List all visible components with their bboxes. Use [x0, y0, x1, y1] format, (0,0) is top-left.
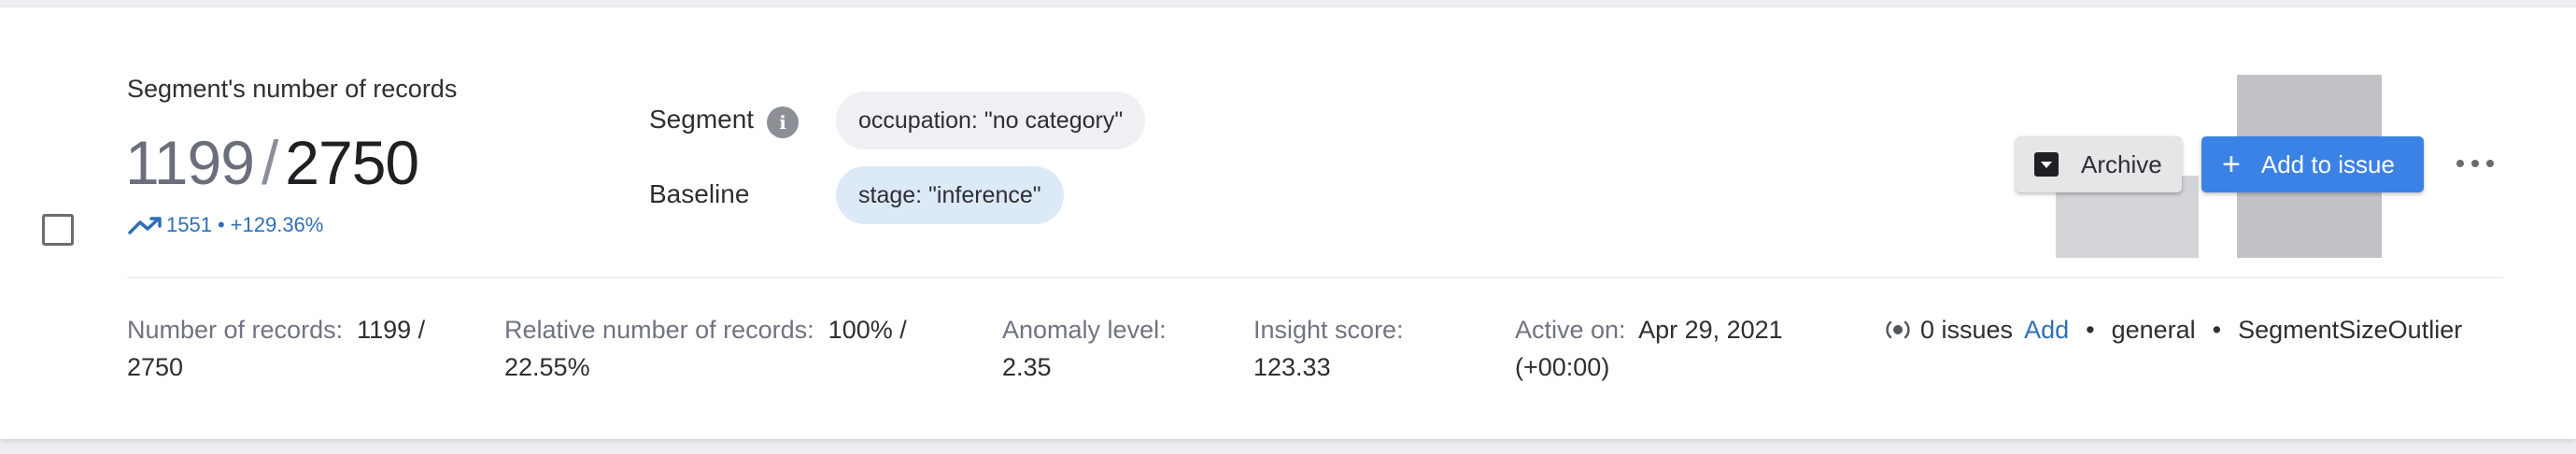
metric-total: 2750: [285, 128, 419, 197]
trend-separator: •: [217, 213, 225, 236]
stat-label: Active on:: [1515, 316, 1626, 344]
divider: [127, 277, 2503, 278]
metric-separator: /: [261, 128, 278, 197]
insight-card: Segment's number of records 1199/2750 15…: [0, 7, 2576, 439]
add-to-issue-button[interactable]: + Add to issue: [2201, 136, 2424, 192]
info-icon[interactable]: i: [767, 106, 799, 138]
select-checkbox[interactable]: [42, 214, 74, 246]
stat-number-of-records: Number of records: 1199 / 2750: [127, 311, 454, 386]
more-options-icon[interactable]: [2456, 149, 2494, 177]
issues-count: 0 issues: [1920, 316, 2014, 344]
stat-label: Anomaly level:: [1002, 316, 1167, 344]
segment-chip: occupation: "no category": [836, 92, 1146, 149]
insight-type-label: SegmentSizeOutlier: [2238, 316, 2463, 344]
stat-value: 123.33: [1253, 353, 1331, 381]
archive-button-label: Archive: [2081, 149, 2162, 178]
trend-value: 1551: [166, 213, 212, 236]
trend-indicator: 1551 • +129.36%: [127, 213, 323, 237]
add-to-issue-label: Add to issue: [2260, 149, 2395, 178]
stat-value: 2.35: [1002, 353, 1052, 381]
trending-up-icon: [128, 217, 162, 234]
baseline-label: Baseline: [649, 179, 750, 208]
archive-button[interactable]: Archive: [2016, 136, 2182, 192]
add-issue-link[interactable]: Add: [2024, 311, 2069, 348]
stat-relative-records: Relative number of records: 100% / 22.55…: [504, 311, 953, 386]
stat-label: Relative number of records:: [504, 316, 814, 344]
stat-label: Number of records:: [127, 316, 344, 344]
bullet-separator: •: [2086, 316, 2095, 344]
stat-active-on: Active on: Apr 29, 2021 (+00:00): [1515, 311, 1833, 386]
stat-insight-score: Insight score: 123.33: [1253, 311, 1459, 386]
metric-title: Segment's number of records: [127, 75, 458, 103]
bullet-separator: •: [2212, 316, 2222, 344]
stat-anomaly-level: Anomaly level: 2.35: [1002, 311, 1208, 386]
baseline-chip: stage: "inference": [836, 166, 1064, 224]
trend-percent: +129.36%: [230, 213, 324, 236]
category-label: general: [2111, 316, 2196, 344]
stat-label: Insight score:: [1253, 316, 1404, 344]
metric-current: 1199: [125, 128, 255, 197]
segment-label: Segment: [649, 105, 755, 134]
archive-icon: [2034, 152, 2059, 177]
radio-icon: [1886, 320, 1910, 339]
metric-value: 1199/2750: [125, 125, 419, 200]
plus-icon: +: [2222, 147, 2241, 182]
issue-meta: 0 issues Add • general • SegmentSizeOutl…: [1885, 311, 2462, 348]
